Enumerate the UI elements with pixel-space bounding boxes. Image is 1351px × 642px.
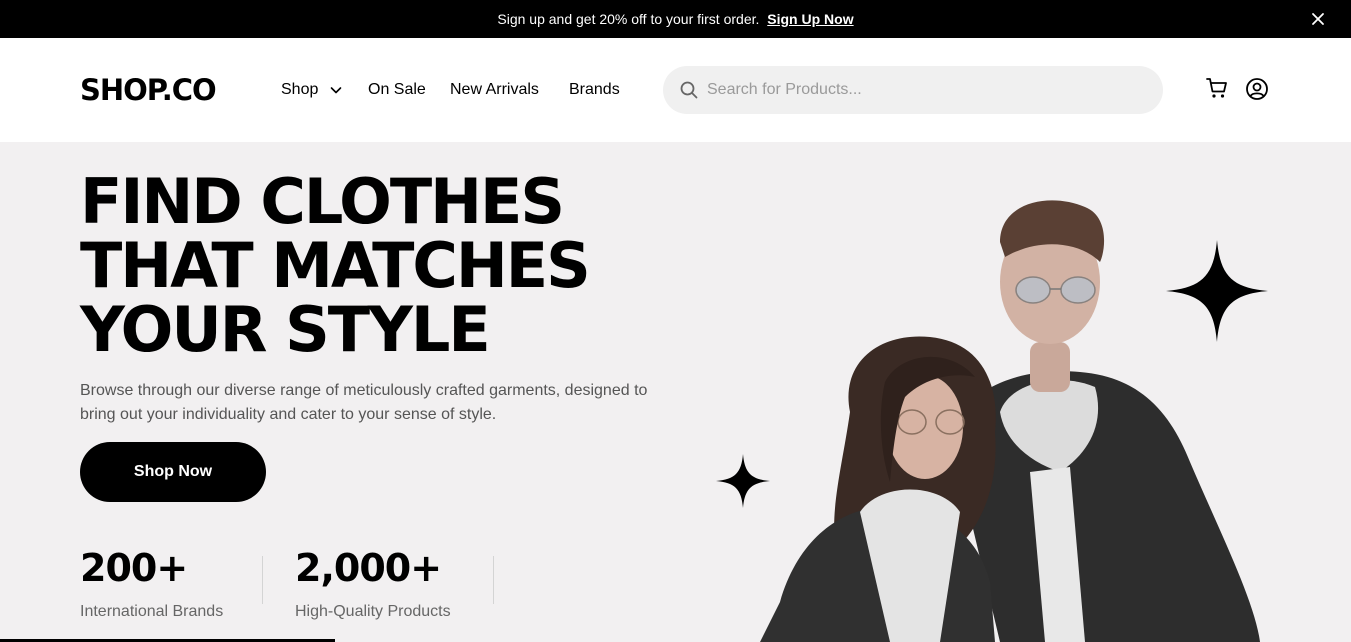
stat-label: International Brands xyxy=(80,603,224,620)
announcement-text: Sign up and get 20% off to your first or… xyxy=(0,10,1351,28)
nav-shop-label: Shop xyxy=(281,81,319,98)
search-icon xyxy=(680,81,698,99)
stat-divider xyxy=(493,556,494,604)
site-logo[interactable]: SHOP.CO xyxy=(80,72,217,108)
nav-on-sale[interactable]: On Sale xyxy=(368,80,426,100)
hero-title-line: THAT MATCHES xyxy=(80,229,591,302)
stat-value: 200+ xyxy=(80,546,188,590)
cart-icon[interactable] xyxy=(1205,76,1229,100)
chevron-down-icon xyxy=(330,86,342,94)
announcement-message: Sign up and get 20% off to your first or… xyxy=(497,11,760,27)
user-icon[interactable] xyxy=(1245,77,1269,101)
stat-divider xyxy=(262,556,263,604)
star-icon xyxy=(1166,240,1268,342)
star-icon xyxy=(716,454,770,508)
search-input[interactable] xyxy=(707,78,1147,102)
close-icon[interactable] xyxy=(1310,11,1326,27)
search-bar[interactable] xyxy=(663,66,1163,114)
sign-up-link[interactable]: Sign Up Now xyxy=(767,11,853,27)
hero-title-line: YOUR STYLE xyxy=(80,293,491,366)
hero-section: FIND CLOTHES THAT MATCHES YOUR STYLE Bro… xyxy=(0,142,1351,642)
hero-title: FIND CLOTHES THAT MATCHES YOUR STYLE xyxy=(80,170,700,362)
shop-now-button[interactable]: Shop Now xyxy=(80,442,266,502)
stat-brands: 200+ International Brands xyxy=(80,546,223,622)
nav-shop[interactable]: Shop xyxy=(281,80,343,100)
nav-new-arrivals[interactable]: New Arrivals xyxy=(450,80,539,100)
site-header: SHOP.CO Shop On Sale New Arrivals Brands xyxy=(0,38,1351,142)
hero-description: Browse through our diverse range of meti… xyxy=(80,382,648,423)
announcement-bar: Sign up and get 20% off to your first or… xyxy=(0,0,1351,38)
stat-label: High-Quality Products xyxy=(295,603,451,620)
hero-title-line: FIND CLOTHES xyxy=(80,165,565,238)
stat-products: 2,000+ High-Quality Products xyxy=(295,546,451,622)
stat-value: 2,000+ xyxy=(295,546,442,590)
nav-brands[interactable]: Brands xyxy=(569,80,620,100)
